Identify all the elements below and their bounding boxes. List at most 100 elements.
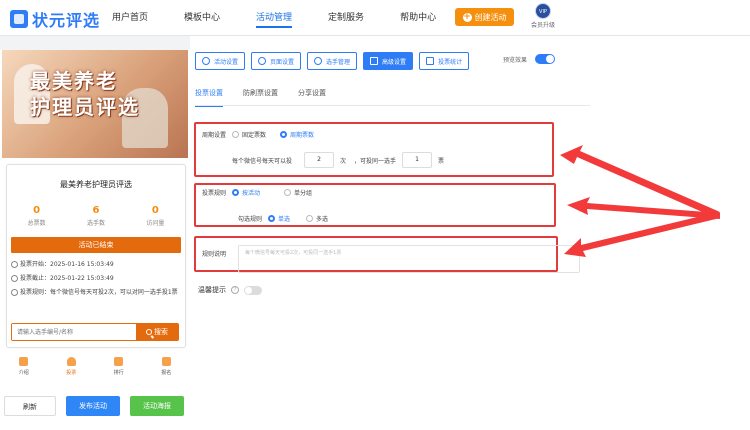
main-nav: 用户首页 模板中心 活动管理 定制服务 帮助中心 (112, 0, 472, 36)
preview-effect-toggle[interactable] (535, 54, 556, 64)
contestant-management-label: 选手管理 (326, 58, 351, 66)
select-rules-label: 勾选规则 (238, 216, 263, 223)
activity-settings-button[interactable]: 活动设置 (195, 52, 246, 70)
single-select-label: 单选 (278, 216, 291, 223)
stat-label: 选手数 (86, 220, 105, 227)
stat-label: 访问量 (146, 220, 165, 227)
gear-icon (202, 57, 210, 65)
preview-effect: 预览效果 (503, 54, 556, 64)
clock-icon (11, 261, 18, 268)
radio-single-select[interactable] (268, 215, 276, 222)
vote-end-text: 投票截止：2025-01-22 15:03:49 (20, 275, 114, 282)
stat-visits: 0 访问量 (126, 205, 185, 227)
radio-by-group[interactable] (284, 189, 292, 196)
nav-help[interactable]: 帮助中心 (400, 0, 436, 36)
tab-vote[interactable]: 投票 (48, 352, 96, 382)
contestant-management-button[interactable]: 选手管理 (307, 52, 358, 70)
vote-statistics-button[interactable]: 投票统计 (419, 52, 470, 70)
contestant-search: 搜索 (11, 323, 179, 341)
bottom-actions: 刷新 发布活动 活动海报 (0, 396, 190, 416)
logo-text: 状元评选 (32, 11, 101, 30)
contestant-search-input[interactable] (12, 324, 136, 340)
subtab-vote-settings[interactable]: 投票设置 (195, 88, 223, 107)
page-settings-label: 页面设置 (270, 58, 295, 66)
cycle-votes-label: 周期票数 (290, 132, 315, 139)
vote-start-row: 投票开始：2025-01-16 15:03:49 (11, 260, 183, 269)
search-button[interactable]: 搜索 (136, 324, 178, 340)
mobile-preview-panel: 最美养老 护理员评选 最美养老护理员评选 0 总票数 6 选手数 0 访问量 活… (0, 50, 190, 430)
activity-poster-button[interactable]: 活动海报 (130, 396, 184, 416)
radio-by-activity[interactable] (232, 189, 240, 196)
votes-unit: 票 (438, 157, 445, 165)
stat-label: 总票数 (27, 220, 46, 227)
activity-ended-bar: 活动已结束 (11, 237, 181, 253)
cycle-settings-box: 周期设置 固定票数 周期票数 每个微信号每天可以投 2 次 ，可投同一选手 1 … (194, 122, 554, 177)
sliders-icon (370, 57, 379, 65)
cycle-settings-row: 周期设置 固定票数 周期票数 (202, 130, 314, 139)
vote-start-text: 投票开始：2025-01-16 15:03:49 (20, 261, 114, 268)
cycle-settings-label: 周期设置 (202, 132, 227, 139)
settings-subtabs: 投票设置 防刷票设置 分享设置 (195, 88, 590, 107)
vote-rules-label: 投票规则 (202, 190, 227, 197)
tab-vote-label: 投票 (66, 370, 77, 376)
vip-upgrade[interactable]: VIP 会员升级 (523, 3, 563, 29)
warm-tip-toggle[interactable] (244, 285, 262, 295)
times-unit: 次 (340, 157, 347, 165)
create-activity-label: 创建活动 (474, 12, 507, 22)
vote-rules-row: 投票规则 按活动 单分组 (202, 188, 312, 197)
tab-signup-label: 报名 (161, 370, 172, 376)
signup-icon (161, 357, 171, 366)
vote-rule-text: 投票规则：每个微信号每天可投2次，可以对同一选手投1票 (20, 289, 178, 296)
stat-total-votes: 0 总票数 (7, 205, 66, 227)
tab-signup[interactable]: 报名 (143, 352, 191, 382)
logo-cube-icon (10, 10, 28, 28)
votes-same-contestant-input[interactable]: 1 (402, 152, 433, 168)
by-group-label: 单分组 (294, 190, 313, 197)
poster-title-line2: 护理员评选 (30, 95, 140, 119)
tab-intro-label: 介绍 (18, 370, 29, 376)
radio-multi-select[interactable] (306, 215, 314, 222)
publish-activity-button[interactable]: 发布活动 (66, 396, 120, 416)
page-settings-button[interactable]: 页面设置 (251, 52, 302, 70)
vote-end-row: 投票截止：2025-01-22 15:03:49 (11, 274, 183, 283)
stat-contestants: 6 选手数 (66, 205, 125, 227)
activity-info-card: 最美养老护理员评选 0 总票数 6 选手数 0 访问量 活动已结束 投票开始：2… (6, 164, 186, 348)
refresh-button[interactable]: 刷新 (4, 396, 56, 416)
poster-title-line1: 最美养老 (30, 69, 118, 93)
nav-custom-service[interactable]: 定制服务 (328, 0, 364, 36)
activity-settings-label: 活动设置 (214, 58, 239, 66)
radio-cycle-votes[interactable] (280, 131, 288, 138)
subtab-anti-fraud[interactable]: 防刷票设置 (243, 88, 278, 106)
rule-description-label: 规则说明 (202, 251, 227, 258)
users-icon (314, 57, 323, 65)
page-gear-icon (258, 57, 267, 65)
cycle-votes-config-row: 每个微信号每天可以投 2 次 ，可投同一选手 1 票 (232, 152, 444, 168)
nav-activity-management[interactable]: 活动管理 (256, 0, 293, 36)
preview-effect-label: 预览效果 (503, 56, 528, 64)
stat-value: 0 (33, 205, 41, 216)
rule-description-textarea[interactable]: 每个微信号每天可投2次，可投同一选手1票 (238, 245, 580, 273)
fixed-votes-label: 固定票数 (242, 132, 267, 139)
rule-description-box: 规则说明 每个微信号每天可投2次，可投同一选手1票 (194, 236, 580, 273)
create-activity-button[interactable]: + 创建活动 (455, 8, 514, 26)
tab-intro[interactable]: 介绍 (0, 352, 48, 382)
subtab-share-settings[interactable]: 分享设置 (298, 88, 326, 106)
nav-home[interactable]: 用户首页 (112, 0, 148, 36)
nav-templates[interactable]: 模板中心 (184, 0, 220, 36)
radio-fixed-votes[interactable] (232, 131, 240, 138)
tab-ranking[interactable]: 排行 (95, 352, 143, 382)
logo[interactable]: 状元评选 (10, 7, 100, 31)
activity-title: 最美养老护理员评选 (60, 180, 132, 189)
advanced-settings-button[interactable]: 高级设置 (363, 52, 414, 70)
settings-panel: 活动设置 页面设置 选手管理 高级设置 投票统计 预览效果 投票设置 防刷票设置… (190, 36, 750, 430)
votes-per-day-input[interactable]: 2 (304, 152, 335, 168)
home-icon (19, 357, 29, 366)
clock-icon (11, 289, 18, 296)
warm-tip-label: 温馨提示 (198, 286, 226, 294)
help-icon[interactable]: ? (231, 286, 239, 294)
bar-chart-icon (426, 57, 435, 65)
user-icon (66, 357, 76, 366)
advanced-settings-label: 高级设置 (382, 58, 407, 66)
vip-badge-icon: VIP (535, 3, 551, 19)
multi-select-label: 多选 (316, 216, 329, 223)
